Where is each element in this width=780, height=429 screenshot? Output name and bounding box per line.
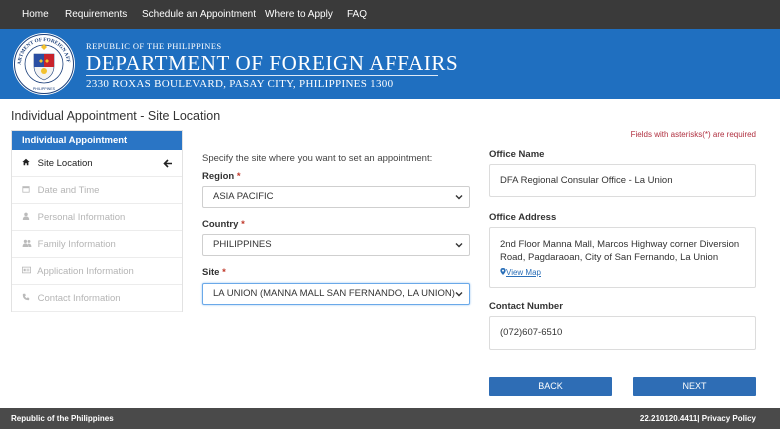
form-intro: Specify the site where you want to set a… [202, 153, 433, 164]
sidebar-item-contact-info[interactable]: Contact Information [12, 285, 182, 312]
sidebar-item-label: Contact Information [37, 293, 121, 304]
sidebar-header: Individual Appointment [12, 131, 182, 150]
user-icon [22, 204, 35, 231]
phone-icon [22, 285, 35, 312]
id-card-icon [22, 258, 35, 285]
office-name-value: DFA Regional Consular Office - La Union [500, 175, 673, 186]
site-value: LA UNION (MANNA MALL SAN FERNANDO, LA UN… [213, 288, 455, 299]
office-name-label: Office Name [489, 149, 545, 160]
header-banner: DEPARTMENT OF FOREIGN AFFAIRS PHILIPPINE… [0, 29, 780, 99]
nav-faq[interactable]: FAQ [347, 0, 367, 29]
department-title: DEPARTMENT OF FOREIGN AFFAIRS [86, 51, 459, 75]
sidebar-item-application-info[interactable]: Application Information [12, 258, 182, 285]
page-footer: Republic of the Philippines 22.210120.44… [0, 408, 780, 429]
department-address: 2330 ROXAS BOULEVARD, PASAY CITY, PHILIP… [86, 78, 394, 90]
required-asterisk: * [236, 171, 241, 182]
required-asterisk: * [241, 219, 245, 230]
office-address-line2: Road, Pagdaraoan, City of San Fernando, … [500, 252, 719, 263]
sidebar-item-label: Family Information [37, 239, 116, 250]
contact-number-field: (072)607-6510 [489, 316, 756, 350]
office-address-label: Office Address [489, 212, 557, 223]
sidebar-item-date-time[interactable]: Date and Time [12, 177, 182, 204]
sidebar-item-label: Application Information [37, 266, 134, 277]
nav-requirements[interactable]: Requirements [65, 0, 127, 29]
chevron-down-icon [454, 187, 464, 207]
nav-home[interactable]: Home [22, 0, 49, 29]
banner-divider [86, 75, 438, 76]
country-label: Country * [202, 219, 245, 230]
sidebar-item-site-location[interactable]: Site Location [12, 150, 182, 177]
sidebar-item-label: Personal Information [37, 212, 126, 223]
region-value: ASIA PACIFIC [213, 191, 274, 202]
users-icon [22, 231, 35, 258]
required-asterisk: * [222, 267, 226, 278]
nav-schedule-appointment[interactable]: Schedule an Appointment [142, 0, 256, 29]
contact-number-label: Contact Number [489, 301, 563, 312]
sidebar-item-label: Site Location [37, 158, 93, 169]
calendar-icon [22, 177, 35, 204]
step-sidebar: Individual Appointment Site Location Dat… [11, 130, 183, 312]
home-icon [22, 150, 35, 177]
page-title: Individual Appointment - Site Location [11, 109, 221, 123]
required-fields-note: Fields with asterisks(*) are required [630, 130, 756, 139]
office-name-field: DFA Regional Consular Office - La Union [489, 164, 756, 197]
region-select[interactable]: ASIA PACIFIC [202, 186, 470, 208]
republic-label: REPUBLIC OF THE PHILIPPINES [86, 41, 222, 51]
country-select[interactable]: PHILIPPINES [202, 234, 470, 256]
next-button[interactable]: NEXT [633, 377, 756, 396]
nav-where-to-apply[interactable]: Where to Apply [265, 0, 333, 29]
back-button[interactable]: BACK [489, 377, 612, 396]
site-select[interactable]: LA UNION (MANNA MALL SAN FERNANDO, LA UN… [202, 283, 470, 305]
footer-version-privacy[interactable]: 22.210120.4411| Privacy Policy [640, 408, 756, 429]
svg-text:PHILIPPINES: PHILIPPINES [33, 87, 56, 91]
view-map-link[interactable]: View Map [500, 266, 541, 279]
office-address-line1: 2nd Floor Manna Mall, Marcos Highway cor… [500, 239, 740, 250]
dfa-seal-logo: DEPARTMENT OF FOREIGN AFFAIRS PHILIPPINE… [12, 32, 75, 95]
sidebar-item-family-info[interactable]: Family Information [12, 231, 182, 258]
sidebar-item-label: Date and Time [37, 185, 100, 196]
chevron-down-icon [454, 235, 464, 255]
chevron-down-icon [454, 284, 464, 304]
footer-republic: Republic of the Philippines [11, 414, 114, 423]
country-value: PHILIPPINES [213, 239, 272, 250]
sidebar-item-personal-info[interactable]: Personal Information [12, 204, 182, 231]
top-nav: Home Requirements Schedule an Appointmen… [0, 0, 780, 29]
office-address-field: 2nd Floor Manna Mall, Marcos Highway cor… [489, 227, 756, 288]
region-label: Region * [202, 171, 241, 182]
contact-number-value: (072)607-6510 [500, 327, 563, 338]
site-label: Site * [202, 267, 226, 278]
